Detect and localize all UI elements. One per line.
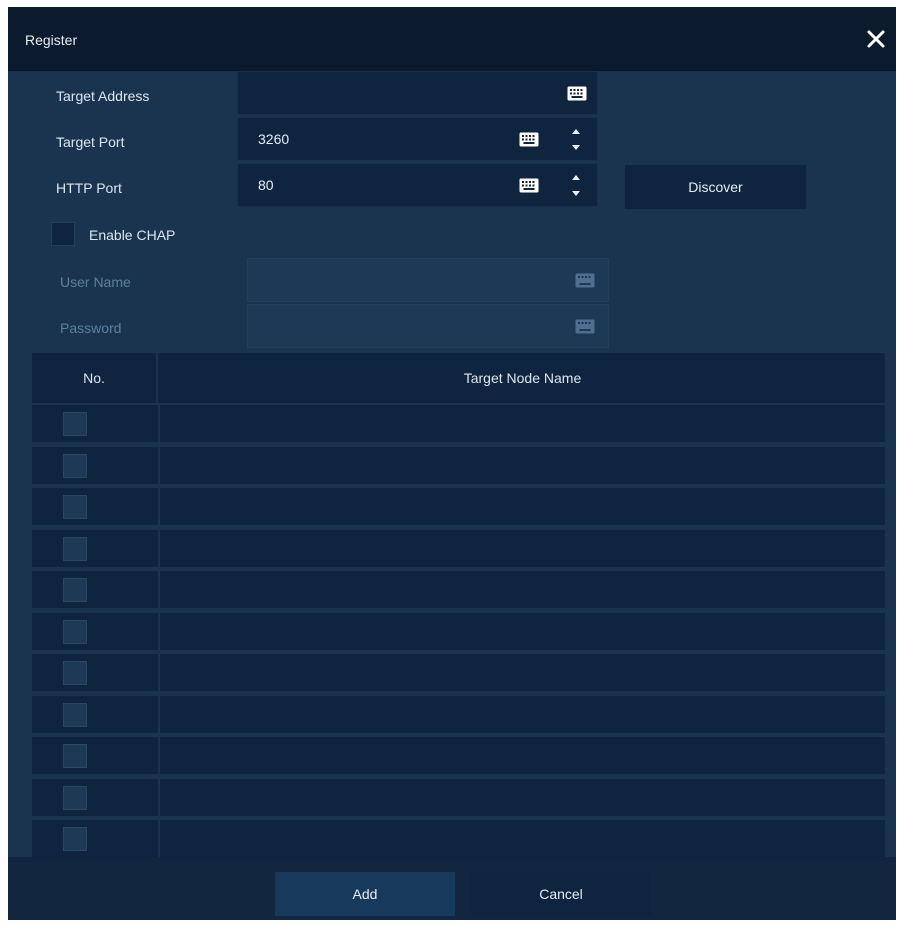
dialog-footer: Add Cancel (8, 857, 896, 920)
title-bar: Register (8, 7, 896, 71)
password-field[interactable] (247, 304, 609, 348)
column-header-target-node-name: Target Node Name (463, 370, 582, 386)
register-dialog: Register Target Address Target Port 3260 (8, 7, 896, 920)
table-header: No. Target Node Name (32, 353, 885, 403)
row-no-cell (32, 446, 158, 484)
row-target-node-name-cell (160, 529, 885, 567)
close-button[interactable] (862, 25, 890, 53)
row-target-node-name-cell (160, 488, 885, 525)
enable-chap-label: Enable CHAP (89, 227, 176, 243)
row-checkbox[interactable] (63, 536, 87, 561)
keyboard-icon[interactable] (567, 86, 587, 101)
row-checkbox[interactable] (63, 453, 87, 478)
target-port-field[interactable]: 3260 (237, 117, 598, 161)
keyboard-icon[interactable] (519, 178, 539, 193)
table-row[interactable] (32, 405, 885, 442)
row-no-cell (32, 571, 158, 608)
row-target-node-name-cell (160, 695, 885, 733)
keyboard-icon (575, 273, 595, 288)
table-row[interactable] (32, 820, 885, 857)
row-checkbox[interactable] (63, 619, 87, 644)
row-checkbox[interactable] (63, 744, 87, 768)
target-address-label: Target Address (56, 88, 150, 104)
user-name-field[interactable] (247, 258, 609, 302)
table-row[interactable] (32, 612, 885, 650)
row-no-cell (32, 737, 158, 774)
table-row[interactable] (32, 488, 885, 525)
row-target-node-name-cell (160, 654, 885, 691)
spinner-down-icon[interactable] (572, 145, 580, 150)
spinner-up-icon[interactable] (572, 129, 580, 134)
add-button[interactable]: Add (275, 872, 455, 916)
table-row[interactable] (32, 695, 885, 733)
table-row[interactable] (32, 529, 885, 567)
discover-button[interactable]: Discover (625, 165, 806, 209)
row-checkbox[interactable] (63, 578, 87, 602)
row-no-cell (32, 405, 158, 442)
row-checkbox[interactable] (63, 827, 87, 851)
close-icon (867, 30, 885, 48)
http-port-spinner-icon[interactable] (569, 172, 583, 200)
table-row[interactable] (32, 737, 885, 774)
target-address-field[interactable] (237, 71, 598, 115)
row-checkbox[interactable] (63, 702, 87, 727)
row-checkbox[interactable] (63, 785, 87, 810)
row-checkbox[interactable] (63, 661, 87, 685)
keyboard-icon[interactable] (519, 132, 539, 147)
row-no-cell (32, 654, 158, 691)
spinner-down-icon[interactable] (572, 191, 580, 196)
spinner-up-icon[interactable] (572, 175, 580, 180)
row-target-node-name-cell (160, 737, 885, 774)
row-target-node-name-cell (160, 571, 885, 608)
target-port-value: 3260 (258, 131, 290, 147)
keyboard-icon (575, 319, 595, 334)
row-no-cell (32, 820, 158, 857)
table-row[interactable] (32, 571, 885, 608)
enable-chap-checkbox[interactable] (51, 222, 75, 246)
table-row[interactable] (32, 778, 885, 816)
dialog-title: Register (25, 32, 78, 48)
password-label: Password (60, 320, 122, 336)
row-no-cell (32, 778, 158, 816)
http-port-value: 80 (258, 177, 274, 193)
target-port-label: Target Port (56, 134, 125, 150)
row-no-cell (32, 612, 158, 650)
http-port-field[interactable]: 80 (237, 163, 598, 207)
cancel-button[interactable]: Cancel (471, 872, 651, 916)
row-target-node-name-cell (160, 820, 885, 857)
target-port-spinner-icon[interactable] (569, 126, 583, 154)
table-row[interactable] (32, 446, 885, 484)
row-checkbox[interactable] (63, 495, 87, 519)
row-target-node-name-cell (160, 446, 885, 484)
row-checkbox[interactable] (63, 412, 87, 436)
http-port-label: HTTP Port (56, 180, 122, 196)
row-target-node-name-cell (160, 405, 885, 442)
row-no-cell (32, 488, 158, 525)
row-no-cell (32, 695, 158, 733)
row-target-node-name-cell (160, 612, 885, 650)
row-target-node-name-cell (160, 778, 885, 816)
column-header-no: No. (32, 353, 158, 403)
row-no-cell (32, 529, 158, 567)
user-name-label: User Name (60, 274, 131, 290)
table-row[interactable] (32, 654, 885, 691)
